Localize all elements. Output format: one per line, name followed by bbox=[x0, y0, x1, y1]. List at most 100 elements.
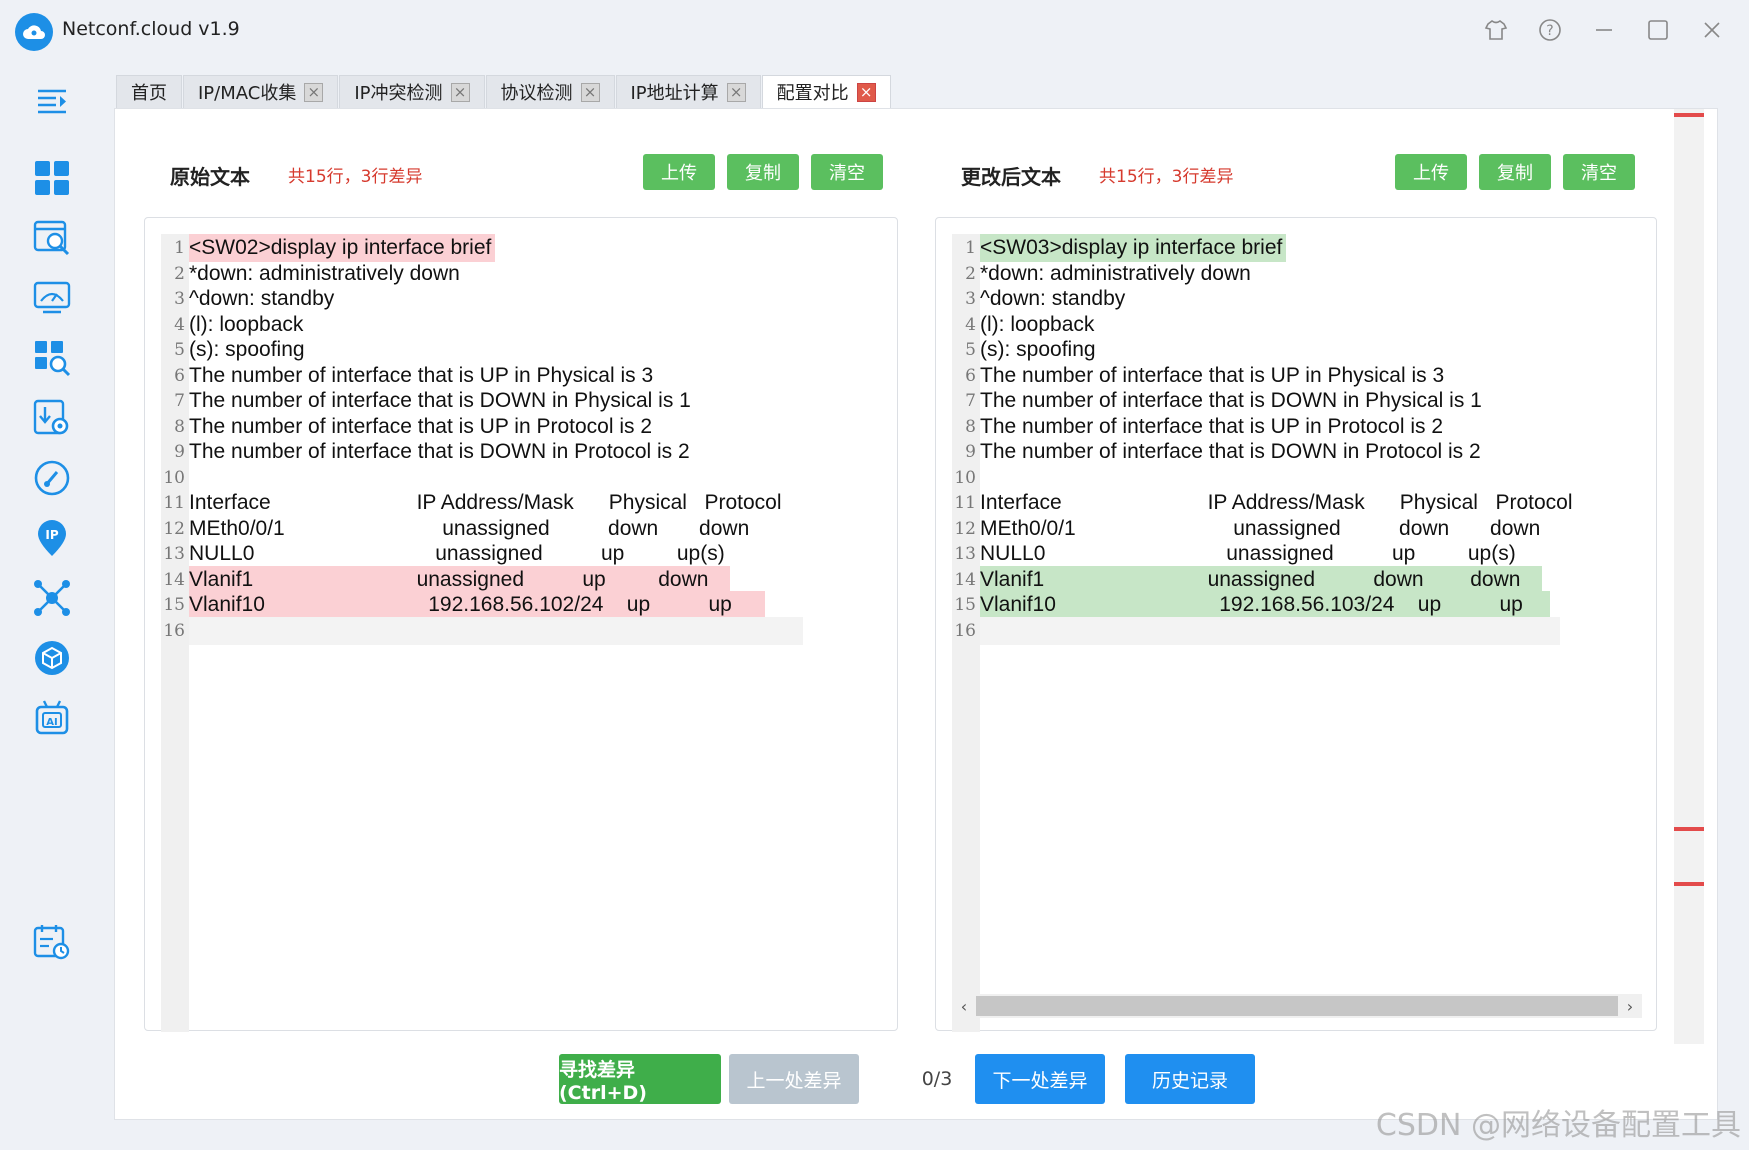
line-text[interactable]: (l): loopback bbox=[980, 311, 1098, 339]
code-line: 3 bbox=[952, 285, 980, 313]
line-number: 14 bbox=[954, 569, 976, 590]
maximize-icon[interactable] bbox=[1644, 16, 1672, 44]
line-text[interactable]: The number of interface that is UP in Ph… bbox=[189, 362, 657, 390]
left-clear-button[interactable]: 清空 bbox=[811, 154, 883, 190]
line-text[interactable]: (l): loopback bbox=[189, 311, 307, 339]
next-diff-button[interactable]: 下一处差异 bbox=[975, 1054, 1105, 1104]
diff-line-text[interactable]: Vlanif1 unassigned down down bbox=[980, 565, 1542, 594]
line-text[interactable]: The number of interface that is DOWN in … bbox=[189, 387, 695, 415]
tab-protocol-check[interactable]: 协议检测 × bbox=[485, 75, 615, 108]
package-icon[interactable] bbox=[32, 638, 72, 678]
diff-overview-track[interactable] bbox=[1674, 109, 1704, 1044]
prev-diff-button[interactable]: 上一处差异 bbox=[729, 1054, 859, 1104]
scroll-left-icon[interactable]: ‹ bbox=[952, 994, 976, 1018]
scrollbar-thumb[interactable] bbox=[976, 996, 1618, 1016]
code-line: 2 bbox=[161, 260, 189, 288]
diff-marker[interactable] bbox=[1674, 113, 1704, 117]
code-line: 2 bbox=[952, 260, 980, 288]
left-upload-button[interactable]: 上传 bbox=[643, 154, 715, 190]
line-text[interactable]: *down: administratively down bbox=[189, 260, 464, 288]
topology-icon[interactable] bbox=[32, 578, 72, 618]
menu-toggle-icon[interactable] bbox=[32, 80, 72, 120]
tab-home[interactable]: 首页 bbox=[116, 75, 182, 108]
line-number: 1 bbox=[174, 238, 185, 258]
code-line: 8 bbox=[952, 413, 980, 441]
line-text[interactable]: MEth0/0/1 unassigned down down bbox=[189, 515, 753, 543]
line-text[interactable] bbox=[189, 464, 193, 492]
ip-location-icon[interactable]: IP bbox=[32, 518, 72, 558]
search-scan-icon[interactable] bbox=[32, 218, 72, 258]
right-upload-button[interactable]: 上传 bbox=[1395, 154, 1467, 190]
line-text[interactable]: The number of interface that is UP in Pr… bbox=[189, 413, 656, 441]
code-line: 9 bbox=[952, 438, 980, 466]
minimize-icon[interactable] bbox=[1590, 16, 1618, 44]
line-number: 15 bbox=[954, 595, 976, 615]
line-number: 9 bbox=[174, 442, 185, 462]
speed-gauge-icon[interactable] bbox=[32, 458, 72, 498]
line-number: 4 bbox=[174, 314, 185, 335]
download-config-icon[interactable] bbox=[32, 398, 72, 438]
line-text[interactable]: ^down: standby bbox=[980, 285, 1129, 313]
tab-close-icon[interactable]: × bbox=[580, 82, 600, 102]
cloud-logo-icon bbox=[15, 13, 53, 51]
diff-line-text[interactable]: Vlanif10 192.168.56.103/24 up up bbox=[980, 591, 1551, 619]
line-number: 15 bbox=[163, 595, 185, 615]
history-button[interactable]: 历史记录 bbox=[1125, 1054, 1255, 1104]
horizontal-scrollbar[interactable]: ‹ › bbox=[952, 994, 1642, 1018]
line-text[interactable] bbox=[189, 617, 193, 645]
line-text[interactable]: NULL0 unassigned up up(s) bbox=[980, 540, 1520, 568]
find-diff-button[interactable]: 寻找差异 (Ctrl+D) bbox=[559, 1054, 721, 1104]
line-text[interactable]: (s): spoofing bbox=[189, 336, 309, 364]
left-copy-button[interactable]: 复制 bbox=[727, 154, 799, 190]
line-text[interactable]: The number of interface that is UP in Pr… bbox=[980, 413, 1447, 441]
line-text[interactable]: ^down: standby bbox=[189, 285, 338, 313]
tab-close-icon[interactable]: × bbox=[304, 82, 324, 102]
line-text[interactable]: MEth0/0/1 unassigned down down bbox=[980, 515, 1544, 543]
tab-ip-calc[interactable]: IP地址计算 × bbox=[615, 75, 761, 108]
shirt-icon[interactable] bbox=[1482, 16, 1510, 44]
close-icon[interactable] bbox=[1698, 16, 1726, 44]
line-text[interactable]: The number of interface that is DOWN in … bbox=[189, 438, 694, 466]
tab-close-icon[interactable]: × bbox=[726, 82, 746, 102]
line-text[interactable] bbox=[980, 464, 984, 492]
tab-close-icon[interactable]: × bbox=[856, 82, 876, 102]
scroll-right-icon[interactable]: › bbox=[1618, 994, 1642, 1018]
app-title: Netconf.cloud v1.9 bbox=[62, 18, 240, 40]
line-number: 8 bbox=[965, 416, 976, 437]
help-icon[interactable]: ? bbox=[1536, 16, 1564, 44]
code-line: 15 bbox=[952, 591, 980, 619]
right-clear-button[interactable]: 清空 bbox=[1563, 154, 1635, 190]
line-text[interactable]: *down: administratively down bbox=[980, 260, 1255, 288]
line-text[interactable]: The number of interface that is DOWN in … bbox=[980, 387, 1486, 415]
code-line: 16 bbox=[161, 617, 189, 645]
monitor-icon[interactable] bbox=[32, 278, 72, 318]
line-number: 13 bbox=[954, 544, 976, 564]
modified-text-editor[interactable]: ‹ › 1 <SW03>display ip interface brief 2 *d… bbox=[935, 217, 1657, 1032]
diff-marker[interactable] bbox=[1674, 827, 1704, 831]
line-text[interactable]: The number of interface that is UP in Ph… bbox=[980, 362, 1448, 390]
diff-line-text[interactable]: <SW03>display ip interface brief bbox=[980, 234, 1287, 262]
tab-close-icon[interactable]: × bbox=[450, 82, 470, 102]
schedule-icon[interactable] bbox=[32, 922, 72, 962]
tab-ip-conflict[interactable]: IP冲突检测 × bbox=[339, 75, 485, 108]
right-copy-button[interactable]: 复制 bbox=[1479, 154, 1551, 190]
diff-line-text[interactable]: Vlanif10 192.168.56.102/24 up up bbox=[189, 591, 765, 619]
line-text[interactable]: Interface IP Address/Mask Physical Proto… bbox=[189, 489, 786, 517]
line-text[interactable]: NULL0 unassigned up up(s) bbox=[189, 540, 729, 568]
code-line: 10 bbox=[952, 464, 980, 492]
diff-line-text[interactable]: Vlanif1 unassigned up down bbox=[189, 565, 730, 594]
tab-config-compare[interactable]: 配置对比 × bbox=[761, 75, 891, 108]
line-text[interactable]: Interface IP Address/Mask Physical Proto… bbox=[980, 489, 1577, 517]
dashboard-icon[interactable] bbox=[32, 158, 72, 198]
svg-text:IP: IP bbox=[45, 528, 58, 542]
line-text[interactable]: The number of interface that is DOWN in … bbox=[980, 438, 1485, 466]
line-text[interactable]: (s): spoofing bbox=[980, 336, 1100, 364]
current-line-highlight bbox=[980, 616, 1560, 645]
diff-line-text[interactable]: <SW02>display ip interface brief bbox=[189, 234, 496, 262]
grid-search-icon[interactable] bbox=[32, 338, 72, 378]
original-text-editor[interactable]: 1 <SW02>display ip interface brief 2 *down:… bbox=[144, 217, 898, 1032]
tab-ip-mac-collect[interactable]: IP/MAC收集 × bbox=[183, 75, 339, 108]
line-text[interactable] bbox=[980, 617, 984, 645]
diff-marker[interactable] bbox=[1674, 882, 1704, 886]
ai-robot-icon[interactable]: AI bbox=[32, 698, 72, 738]
